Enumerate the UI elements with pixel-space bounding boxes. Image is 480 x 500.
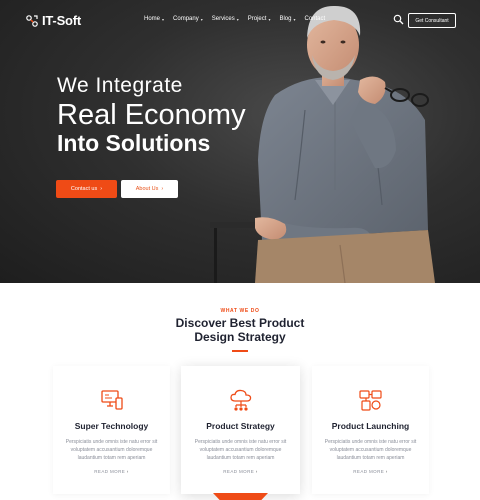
read-more-label: READ MORE xyxy=(223,469,255,474)
card-description: Perspiciatis unde omnis iste natu error … xyxy=(318,438,423,462)
read-more-label: READ MORE xyxy=(94,469,126,474)
chevron-down-icon: ▾ xyxy=(200,16,203,22)
cloud-network-icon xyxy=(229,389,251,411)
card-description-line: Perspiciatis unde omnis iste natu error … xyxy=(194,439,287,445)
menu-item-project[interactable]: Project ▾ xyxy=(248,16,271,22)
logo-icon xyxy=(26,14,38,27)
card-description-line: voluptatem accusantium doloremque xyxy=(329,447,412,453)
section-title-underline xyxy=(232,350,248,352)
get-consultant-button[interactable]: Get Consultant xyxy=(408,13,456,28)
about-us-label: About Us xyxy=(135,186,159,192)
menu-item-blog[interactable]: Blog ▾ xyxy=(279,16,295,22)
menu-item-home[interactable]: Home ▾ xyxy=(144,16,164,22)
about-us-button[interactable]: About Us › xyxy=(121,180,178,198)
menu-item-label: Home xyxy=(144,16,161,22)
chevron-right-icon: › xyxy=(255,469,258,474)
card-description-line: voluptatem accusantium doloremque xyxy=(199,447,282,453)
contact-us-label: Contact us xyxy=(70,186,98,192)
service-card-super-technology[interactable]: Super Technology Perspiciatis unde omnis… xyxy=(53,366,170,494)
menu-item-company[interactable]: Company ▾ xyxy=(173,16,203,22)
read-more-link[interactable]: READ MORE › xyxy=(312,469,429,474)
chevron-down-icon: ▾ xyxy=(268,16,271,22)
brand-name: IT-Soft xyxy=(42,13,82,28)
card-description-line: laudantium totam rem aperiam xyxy=(77,455,146,461)
read-more-label: READ MORE xyxy=(353,469,385,474)
card-description-line: voluptatem accusantium doloremque xyxy=(70,447,153,453)
chevron-down-icon: ▾ xyxy=(236,16,239,22)
hero-heading-line-2: Real Economy xyxy=(57,99,246,131)
chevron-right-icon: › xyxy=(126,469,129,474)
search-icon[interactable] xyxy=(393,14,404,25)
hero-portrait-image xyxy=(210,5,435,283)
card-title: Product Strategy xyxy=(206,421,275,431)
card-title: Super Technology xyxy=(74,421,149,431)
section-title-line-1: Discover Best Product xyxy=(175,316,305,330)
active-card-indicator xyxy=(213,493,268,500)
service-card-product-strategy[interactable]: Product Strategy Perspiciatis unde omnis… xyxy=(181,366,300,494)
menu-item-label: Services xyxy=(211,16,235,22)
brand-logo[interactable]: IT-Soft xyxy=(25,13,81,28)
menu-item-contact[interactable]: Contact xyxy=(305,16,326,22)
chevron-right-icon: › xyxy=(385,469,388,474)
card-description-line: Perspiciatis unde omnis iste natu error … xyxy=(65,439,158,445)
devices-icon xyxy=(358,390,382,411)
menu-item-label: Contact xyxy=(304,16,326,22)
monitor-icon xyxy=(100,390,123,410)
card-description-line: laudantium totam rem aperiam xyxy=(206,455,275,461)
card-description-line: laudantium totam rem aperiam xyxy=(336,455,405,461)
hero-section: IT-Soft Home ▾ Company ▾ Services ▾ Proj… xyxy=(0,0,480,283)
chevron-right-icon: › xyxy=(161,186,164,192)
chevron-down-icon: ▾ xyxy=(162,16,165,22)
contact-us-button[interactable]: Contact us › xyxy=(56,180,117,198)
chevron-down-icon: ▾ xyxy=(293,16,296,22)
read-more-link[interactable]: READ MORE › xyxy=(181,469,300,474)
hero-heading-line-1: We Integrate xyxy=(57,74,183,97)
menu-item-label: Blog xyxy=(279,16,292,22)
service-card-product-launching[interactable]: Product Launching Perspiciatis unde omni… xyxy=(312,366,429,494)
top-navigation: IT-Soft Home ▾ Company ▾ Services ▾ Proj… xyxy=(0,0,480,40)
read-more-link[interactable]: READ MORE › xyxy=(53,469,170,474)
section-eyebrow: WHAT WE DO xyxy=(220,308,260,314)
chevron-right-icon: › xyxy=(100,186,103,192)
card-description: Perspiciatis unde omnis iste natu error … xyxy=(59,438,164,462)
card-description-line: Perspiciatis unde omnis iste natu error … xyxy=(324,439,417,445)
card-title: Product Launching xyxy=(331,421,410,431)
menu-item-label: Project xyxy=(247,16,267,22)
hero-heading-line-3: Into Solutions xyxy=(57,130,211,156)
card-description: Perspiciatis unde omnis iste natu error … xyxy=(187,438,294,462)
menu-item-label: Company xyxy=(173,16,199,22)
menu-item-services[interactable]: Services ▾ xyxy=(212,16,239,22)
section-title-line-2: Design Strategy xyxy=(194,330,286,344)
main-menu: Home ▾ Company ▾ Services ▾ Project ▾ Bl… xyxy=(144,16,334,22)
